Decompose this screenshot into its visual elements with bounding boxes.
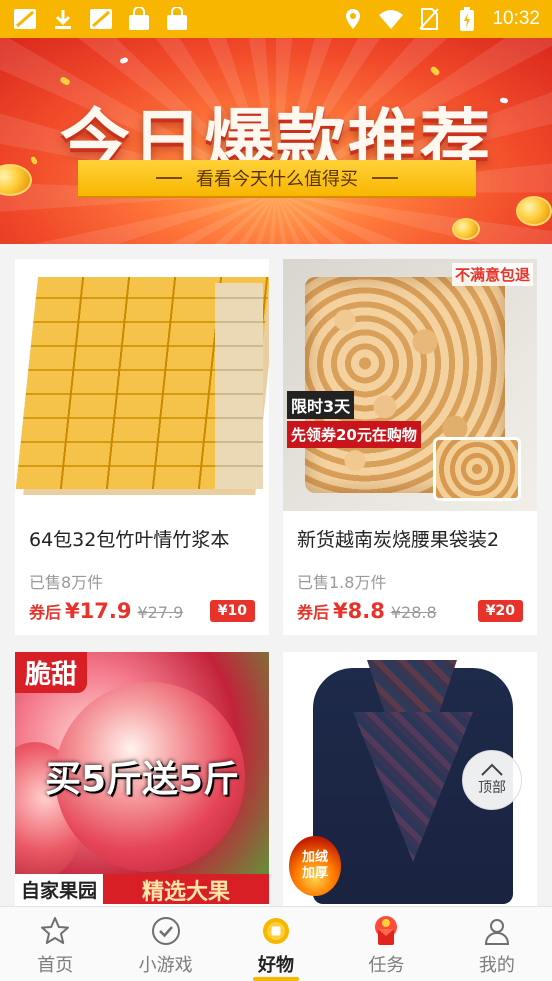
red-envelope-icon <box>370 915 402 947</box>
farm-tag: 自家果园 <box>15 874 104 904</box>
shopping-bag-icon <box>164 7 190 31</box>
sweet-tag: 脆甜 <box>15 652 88 693</box>
battery-charging-icon <box>454 7 480 31</box>
no-sim-icon <box>416 7 442 31</box>
coupon-badge: ¥10 <box>209 600 255 622</box>
shopping-bag-icon <box>126 7 152 31</box>
original-price: ¥27.9 <box>137 603 184 622</box>
price-label: 券后 <box>297 603 330 622</box>
nav-label: 任务 <box>368 955 405 976</box>
limited-time-tag: 限时3天 <box>287 391 355 419</box>
ribbon-divider <box>156 177 182 179</box>
fleece-badge-line: 加绒 <box>301 850 328 866</box>
tissue-packs-side <box>215 283 263 489</box>
refund-tag: 不满意包退 <box>451 263 533 286</box>
original-price: ¥28.8 <box>390 603 437 622</box>
nav-item-games[interactable]: 小游戏 <box>110 907 220 981</box>
chevron-up-icon <box>481 763 503 776</box>
price-label: 券后 <box>29 603 62 622</box>
product-card[interactable]: 不满意包退 限时3天 先领券20元在购物 新货越南炭烧腰果袋装2 已售1.8万件… <box>283 259 537 635</box>
price-row: 券后 ¥8.8 ¥28.8 ¥20 <box>297 599 523 623</box>
nav-item-goods[interactable]: 好物 <box>221 907 331 981</box>
price-row: 券后 ¥17.9 ¥27.9 ¥10 <box>29 599 255 623</box>
bottom-nav: 首页 小游戏 好物 任务 我的 <box>0 906 552 981</box>
notification-app-icon <box>12 7 38 31</box>
nav-label: 好物 <box>258 955 295 976</box>
wifi-icon <box>378 7 404 31</box>
check-circle-icon <box>150 915 182 947</box>
nav-item-home[interactable]: 首页 <box>0 907 110 981</box>
back-to-top-label: 顶部 <box>478 780 506 796</box>
cashew-bowl <box>433 437 521 501</box>
sold-count: 已售8万件 <box>29 573 104 592</box>
nav-label: 首页 <box>37 955 74 976</box>
fleece-badge-line: 加厚 <box>301 866 328 881</box>
coupon-price: ¥17.9 <box>65 599 132 623</box>
notification-app-icon <box>88 7 114 31</box>
product-card[interactable]: 脆甜 买5斤送5斤 自家果园 精选大果 <box>15 652 269 906</box>
banner-subtitle: 看看今天什么值得买 <box>196 169 358 190</box>
product-image[interactable]: 脆甜 买5斤送5斤 自家果园 精选大果 <box>15 652 269 904</box>
coupon-price: ¥8.8 <box>333 599 385 623</box>
gold-coin <box>452 218 480 240</box>
gold-coin <box>516 196 552 226</box>
coupon-tag: 先领券20元在购物 <box>287 421 421 448</box>
promo-banner[interactable]: 今日爆款推荐 看看今天什么值得买 <box>0 38 552 244</box>
coupon-badge: ¥20 <box>477 600 523 622</box>
location-icon <box>340 7 366 31</box>
product-card[interactable]: 64包32包竹叶情竹浆本 已售8万件 券后 ¥17.9 ¥27.9 ¥10 <box>15 259 269 635</box>
nav-label: 我的 <box>478 955 515 976</box>
star-icon <box>39 915 71 947</box>
sold-count: 已售1.8万件 <box>297 573 387 592</box>
image-footer: 自家果园 精选大果 <box>15 874 269 904</box>
select-tag: 精选大果 <box>103 874 269 904</box>
banner-ribbon: 看看今天什么值得买 <box>78 160 476 196</box>
product-image[interactable]: 不满意包退 限时3天 先领券20元在购物 <box>283 259 537 511</box>
nav-label: 小游戏 <box>138 955 193 976</box>
product-title: 64包32包竹叶情竹浆本 <box>29 529 230 551</box>
clock: 10:32 <box>492 8 540 29</box>
product-title: 新货越南炭烧腰果袋装2 <box>297 529 500 551</box>
nav-item-me[interactable]: 我的 <box>442 907 552 981</box>
product-image[interactable] <box>15 259 269 511</box>
promo-text: 买5斤送5斤 <box>44 759 240 800</box>
ribbon-divider <box>372 177 398 179</box>
active-tab-indicator <box>252 977 300 981</box>
goods-coin-icon <box>260 915 292 947</box>
fleece-badge: 加绒 加厚 <box>289 836 341 896</box>
back-to-top-button[interactable]: 顶部 <box>462 750 522 810</box>
status-bar: 10:32 <box>0 0 552 38</box>
person-icon <box>481 915 513 947</box>
download-icon <box>50 7 76 31</box>
nav-item-tasks[interactable]: 任务 <box>331 907 441 981</box>
